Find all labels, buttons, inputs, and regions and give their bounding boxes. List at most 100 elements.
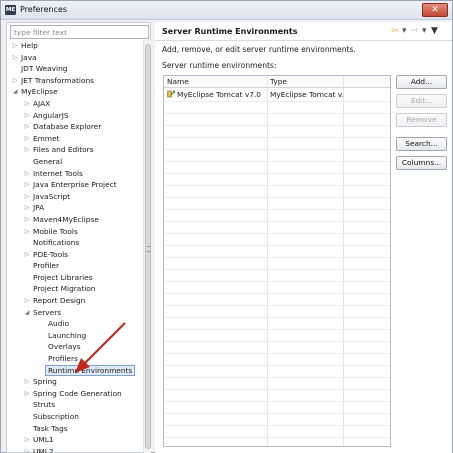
tree-item[interactable]: ▷ PDE-Tools	[7, 249, 140, 261]
tree-item-label: JDT Weaving	[21, 64, 68, 74]
remove-button[interactable]: Remove	[396, 113, 447, 127]
tree-item[interactable]: ▷ Maven4MyEclipse	[7, 214, 140, 226]
tree-item[interactable]: ▷ JPA	[7, 202, 140, 214]
collapsed-arrow-icon[interactable]: ▷	[23, 144, 31, 156]
collapsed-arrow-icon[interactable]: ▷	[11, 40, 19, 52]
tree-item[interactable]: ▷ Report Design	[7, 295, 140, 307]
tree-item[interactable]: Profiler	[7, 260, 140, 272]
back-dropdown-icon[interactable]: ▾	[402, 26, 407, 37]
row-divider	[164, 365, 390, 366]
collapsed-arrow-icon[interactable]: ▷	[23, 214, 31, 226]
expanded-arrow-icon[interactable]: ◢	[23, 307, 31, 319]
collapsed-arrow-icon[interactable]: ▷	[23, 295, 31, 307]
tomcat-server-icon	[167, 90, 175, 98]
tree-item-label: JavaScript	[33, 191, 71, 201]
tree-item-label: JPA	[33, 203, 45, 213]
column-header-type[interactable]: Type	[267, 76, 343, 88]
tree-item[interactable]: Overlays	[7, 341, 140, 353]
tree-item[interactable]: Project Migration	[7, 283, 140, 295]
tree-item[interactable]: Notifications	[7, 237, 140, 249]
preference-tree-panel: ▷Help▷JavaJDT Weaving▷JET Transformation…	[6, 22, 151, 453]
tree-item[interactable]: ▷ AngularJS	[7, 110, 140, 122]
collapsed-arrow-icon[interactable]: ▷	[23, 202, 31, 214]
tree-item[interactable]: ▷ UML1	[7, 434, 140, 446]
tree-item[interactable]: ▷ AJAX	[7, 98, 140, 110]
tree-item[interactable]: ▷ Spring Code Generation	[7, 388, 140, 400]
column-divider	[267, 76, 268, 446]
search-button[interactable]: Search...	[396, 137, 447, 151]
tree-item-label: Project Migration	[33, 284, 96, 294]
collapsed-arrow-icon[interactable]: ▷	[23, 110, 31, 122]
collapsed-arrow-icon[interactable]: ▷	[23, 388, 31, 400]
tree-item[interactable]: Subscription	[7, 411, 140, 423]
filter-input[interactable]	[10, 25, 149, 39]
tree-item[interactable]: ▷ Database Explorer	[7, 121, 140, 133]
tree-item[interactable]: ▷ Spring	[7, 376, 140, 388]
tree-item[interactable]: ▷ Help	[7, 40, 140, 52]
collapsed-arrow-icon[interactable]: ▷	[11, 75, 19, 87]
columns-button[interactable]: Columns...	[396, 156, 447, 170]
forward-arrow-icon[interactable]: ⇨	[411, 26, 419, 37]
tree-item[interactable]: Struts	[7, 399, 140, 411]
row-divider	[164, 425, 390, 426]
collapsed-arrow-icon[interactable]: ▷	[23, 133, 31, 145]
tree-item-label: Overlays	[48, 342, 81, 352]
tree-item[interactable]: ▷ Java Enterprise Project	[7, 179, 140, 191]
server-runtime-table[interactable]: Name Type MyEclipse Tomcat v7.0 MyEclips…	[163, 75, 391, 447]
tree-item[interactable]: Audio	[7, 318, 140, 330]
collapsed-arrow-icon[interactable]: ▷	[23, 168, 31, 180]
row-divider	[164, 377, 390, 378]
tree-item[interactable]: General	[7, 156, 140, 168]
tree-item-label: Runtime Environments	[45, 364, 136, 377]
tree-item-label: Emmet	[33, 133, 60, 143]
collapsed-arrow-icon[interactable]: ▷	[23, 179, 31, 191]
collapsed-arrow-icon[interactable]: ▷	[23, 376, 31, 388]
add-button[interactable]: Add...	[396, 75, 447, 89]
scroll-grip-icon	[147, 246, 151, 252]
tree-item[interactable]: ▷ Java	[7, 52, 140, 64]
column-header-name[interactable]: Name	[164, 76, 267, 88]
view-menu-icon[interactable]: ▼	[431, 26, 438, 37]
table-row[interactable]: MyEclipse Tomcat v7.0 MyEclipse Tomcat v…	[164, 89, 390, 101]
tree-item[interactable]: Task Tags	[7, 423, 140, 435]
collapsed-arrow-icon[interactable]: ▷	[23, 249, 31, 261]
tree-item[interactable]: ▷ JavaScript	[7, 191, 140, 203]
collapsed-arrow-icon[interactable]: ▷	[23, 226, 31, 238]
tree-scrollbar[interactable]	[143, 40, 151, 453]
row-divider	[164, 305, 390, 306]
collapsed-arrow-icon[interactable]: ▷	[23, 446, 31, 453]
collapsed-arrow-icon[interactable]: ▷	[23, 121, 31, 133]
tree-item[interactable]: ▷ Mobile Tools	[7, 226, 140, 238]
tree-item[interactable]: Profilers	[7, 353, 140, 365]
tree-item[interactable]: ▷ UML2	[7, 446, 140, 453]
tree-item[interactable]: ▷ Emmet	[7, 133, 140, 145]
tree-item-label: Help	[21, 41, 38, 50]
tree-item-label: Launching	[48, 330, 87, 340]
collapsed-arrow-icon[interactable]: ▷	[23, 434, 31, 446]
back-arrow-icon[interactable]: ⇦	[391, 26, 399, 37]
title-bar[interactable]: ME Preferences ✕	[1, 1, 452, 20]
close-window-button[interactable]: ✕	[422, 3, 448, 17]
tree-item[interactable]: ▷ Files and Editors	[7, 144, 140, 156]
collapsed-arrow-icon[interactable]: ▷	[23, 98, 31, 110]
tree-scrollbar-thumb[interactable]	[145, 44, 151, 449]
forward-dropdown-icon[interactable]: ▾	[422, 26, 427, 37]
tree-item[interactable]: Project Libraries	[7, 272, 140, 284]
collapsed-arrow-icon[interactable]: ▷	[11, 52, 19, 64]
collapsed-arrow-icon[interactable]: ▷	[23, 191, 31, 203]
page-description: Add, remove, or edit server runtime envi…	[162, 45, 356, 54]
tree-item[interactable]: ▷ JET Transformations	[7, 75, 140, 87]
tree-item[interactable]: Launching	[7, 330, 140, 342]
tree-item-label: Java	[21, 52, 37, 62]
tree-item[interactable]: ◢ MyEclipse	[7, 86, 140, 98]
tree-item-label: Files and Editors	[33, 145, 94, 155]
row-divider	[164, 353, 390, 354]
edit-button[interactable]: Edit...	[396, 94, 447, 108]
row-divider	[164, 341, 390, 342]
tree-item[interactable]: ◢ Servers	[7, 307, 140, 319]
tree-item[interactable]: Runtime Environments	[7, 364, 140, 377]
table-label: Server runtime environments:	[162, 61, 277, 70]
expanded-arrow-icon[interactable]: ◢	[11, 86, 19, 98]
tree-item[interactable]: ▷ Internet Tools	[7, 168, 140, 180]
tree-item[interactable]: JDT Weaving	[7, 63, 140, 75]
